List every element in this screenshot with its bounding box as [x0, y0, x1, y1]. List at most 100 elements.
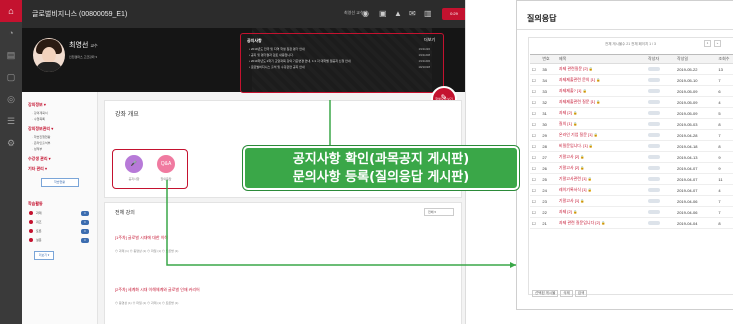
learning-activity-row[interactable]: 설문 0	[28, 236, 91, 245]
sidebar-item-class-list[interactable]: · 수업목록	[28, 116, 91, 122]
session-timer[interactable]: 0:29	[442, 8, 465, 20]
row-title[interactable]: 과제제출? [1] 🔒	[556, 85, 646, 97]
all-lectures-title: 전체 강의	[115, 210, 135, 216]
table-row[interactable]: ☐ 27 기말고사 [2] 🔒 2019-04-13 9	[530, 151, 733, 163]
table-row[interactable]: ☐ 23 기말고사 [1] 🔒 2019-04-06 7	[530, 195, 733, 207]
activity-dot-icon	[29, 229, 33, 233]
row-checkbox[interactable]: ☐	[530, 151, 541, 163]
settings-icon[interactable]: ⚙	[0, 132, 22, 154]
sidebar-section-etc[interactable]: 기타 관리 ▾	[28, 166, 91, 172]
more-button[interactable]: 더보기 ▾	[34, 251, 54, 260]
row-checkbox[interactable]: ☐	[530, 195, 541, 207]
row-title[interactable]: 과제 관련질문 [2] 🔒	[556, 63, 646, 75]
print-icon[interactable]: ▣	[379, 9, 387, 19]
table-row[interactable]: ☐ 26 기말고사 [2] 🔒 2019-04-07 9	[530, 162, 733, 174]
row-date: 2019-05-10	[674, 74, 717, 86]
row-checkbox[interactable]: ☐	[530, 162, 541, 174]
col-number: 번호	[540, 54, 557, 64]
notice-board-button[interactable]: 🎤	[125, 155, 143, 173]
row-checkbox[interactable]: ☐	[530, 173, 541, 185]
notice-box-title: 공지사항	[247, 38, 262, 43]
row-checkbox[interactable]: ☐	[530, 74, 541, 86]
search-button[interactable]: 검색	[574, 290, 588, 297]
row-title[interactable]: 기말고사 [2] 🔒	[556, 162, 646, 174]
row-title[interactable]: 과제 [2] 🔒	[556, 107, 646, 119]
row-title[interactable]: 기말고사 [2] 🔒	[556, 151, 646, 163]
calendar-icon[interactable]: ▢	[0, 66, 22, 88]
row-number: 22	[540, 206, 557, 218]
row-title[interactable]: 레이기록서식 [1] 🔒	[556, 184, 646, 196]
alarm-icon[interactable]: ▲	[394, 9, 402, 19]
table-row[interactable]: ☐ 24 레이기록서식 [1] 🔒 2019-04-07 4	[530, 184, 733, 196]
sidebar-section-course-manage[interactable]: 강의정보관리 ▾	[28, 126, 91, 132]
page-button[interactable]: 1	[704, 40, 711, 47]
row-title[interactable]: 기말고사관련 [1] 🔒	[556, 173, 646, 185]
notice-row[interactable]: • 글로벌비지니스 출석 및 수강관련 공지 안내 19/10/28	[247, 64, 437, 70]
row-checkbox[interactable]: ☐	[530, 184, 541, 196]
notice-highlight-box[interactable]: 공지사항 더보기 • 2019년도 전국 및 지역 학생 참관 평가 안내 19/…	[240, 33, 444, 93]
table-row[interactable]: ☐ 32 과제제출관련 질문 [1] 🔒 2019-05-09 4	[530, 96, 733, 108]
lecture-filter-select[interactable]: 전체 ▾	[424, 208, 454, 216]
course-sidebar: 강의정보 ▾ · 강의계획서 · 수업목록 강의정보관리 ▾ · 학습진행현황 …	[22, 92, 98, 324]
learning-activity-row[interactable]: 과제 0	[28, 209, 91, 218]
profile-icon[interactable]: ◉	[362, 9, 369, 19]
lecture-title[interactable]: [2주차] 세계화 시대 이해체계와 글로벌 인재 커리어	[115, 287, 200, 293]
qa-board-button[interactable]: Q&A	[157, 155, 175, 173]
courses-icon[interactable]: ▤	[0, 44, 22, 66]
row-title[interactable]: 과제제출관련 문의 [1] 🔒	[556, 74, 646, 86]
row-checkbox[interactable]: ☐	[530, 217, 541, 229]
activity-dot-icon	[29, 238, 33, 242]
row-checkbox[interactable]: ☐	[530, 129, 541, 141]
row-checkbox[interactable]: ☐	[530, 85, 541, 97]
home-icon[interactable]: ⌂	[0, 0, 22, 22]
table-row[interactable]: ☐ 33 과제제출? [1] 🔒 2019-05-09 6	[530, 85, 733, 97]
blurred-author	[647, 111, 660, 116]
sidebar-item-gradebook[interactable]: · 성적부	[28, 146, 91, 152]
grades-icon[interactable]: ◎	[0, 88, 22, 110]
learning-activity-row[interactable]: 토론 0	[28, 227, 91, 236]
table-row[interactable]: ☐ 35 과제 관련질문 [2] 🔒 2019-05-22 13	[530, 63, 733, 75]
delete-button[interactable]: 삭제	[560, 290, 573, 297]
row-title[interactable]: 비밀문입니다. [1] 🔒	[556, 140, 646, 152]
row-title[interactable]: 질의 [1] 🔒	[556, 118, 646, 130]
blurred-author	[647, 155, 660, 160]
col-views: 조회수	[716, 54, 733, 64]
row-checkbox[interactable]: ☐	[530, 206, 541, 218]
dashboard-icon[interactable]: ◔	[0, 22, 22, 44]
row-author	[645, 74, 675, 86]
learning-status-button[interactable]: 학습현황	[40, 178, 79, 187]
row-checkbox[interactable]: ☐	[530, 118, 541, 130]
table-row[interactable]: ☐ 21 과제 관련 질문입니다 [2] 🔒 2019-04-04 8	[530, 217, 733, 229]
row-title[interactable]: 과제제출관련 질문 [1] 🔒	[556, 96, 646, 108]
sidebar-section-students[interactable]: 수강생 관리 ▾	[28, 156, 91, 162]
table-row[interactable]: ☐ 29 온라인 기업 질문 [1] 🔒 2019-04-28 7	[530, 129, 733, 141]
learning-activity-row[interactable]: 퀴즈 0	[28, 218, 91, 227]
table-row[interactable]: ☐ 30 질의 [1] 🔒 2019-05-03 8	[530, 118, 733, 130]
qa-table: 번호 제목 작성자 작성일 조회수 ☐ 35 과제 관련질문 [2] 🔒 2019-0…	[530, 54, 733, 229]
menu-icon[interactable]: ☰	[0, 110, 22, 132]
next-page-button[interactable]: »	[714, 40, 721, 47]
row-checkbox[interactable]: ☐	[530, 140, 541, 152]
message-icon[interactable]: ✉	[409, 9, 416, 19]
row-title[interactable]: 과제 [2] 🔒	[556, 206, 646, 218]
row-checkbox[interactable]: ☐	[530, 63, 541, 75]
lock-icon: 🔒	[596, 78, 601, 82]
notice-more-link[interactable]: 더보기	[424, 37, 435, 43]
row-checkbox[interactable]: ☐	[530, 96, 541, 108]
lecture-title[interactable]: [1주차] 글로벌 시대에 대한 이해	[115, 235, 168, 241]
row-title[interactable]: 과제 관련 질문입니다 [2] 🔒	[556, 217, 646, 229]
row-title[interactable]: 온라인 기업 질문 [1] 🔒	[556, 129, 646, 141]
list-icon[interactable]: ▥	[424, 9, 432, 19]
row-title[interactable]: 기말고사 [1] 🔒	[556, 195, 646, 207]
sidebar-section-course-info[interactable]: 강의정보 ▾	[28, 102, 91, 108]
table-row[interactable]: ☐ 25 기말고사관련 [1] 🔒 2019-04-07 11	[530, 173, 733, 185]
table-row[interactable]: ☐ 22 과제 [2] 🔒 2019-04-06 7	[530, 206, 733, 218]
row-number: 23	[540, 195, 557, 207]
table-row[interactable]: ☐ 34 과제제출관련 문의 [1] 🔒 2019-05-10 7	[530, 74, 733, 86]
selected-posts-button[interactable]: 선택된 게시물	[532, 290, 559, 297]
table-row[interactable]: ☐ 28 비밀문입니다. [1] 🔒 2019-04-18 8	[530, 140, 733, 152]
lock-icon: 🔒	[593, 133, 598, 137]
row-checkbox[interactable]: ☐	[530, 107, 541, 119]
table-row[interactable]: ☐ 31 과제 [2] 🔒 2019-05-09 5	[530, 107, 733, 119]
row-date: 2019-04-06	[674, 206, 717, 218]
